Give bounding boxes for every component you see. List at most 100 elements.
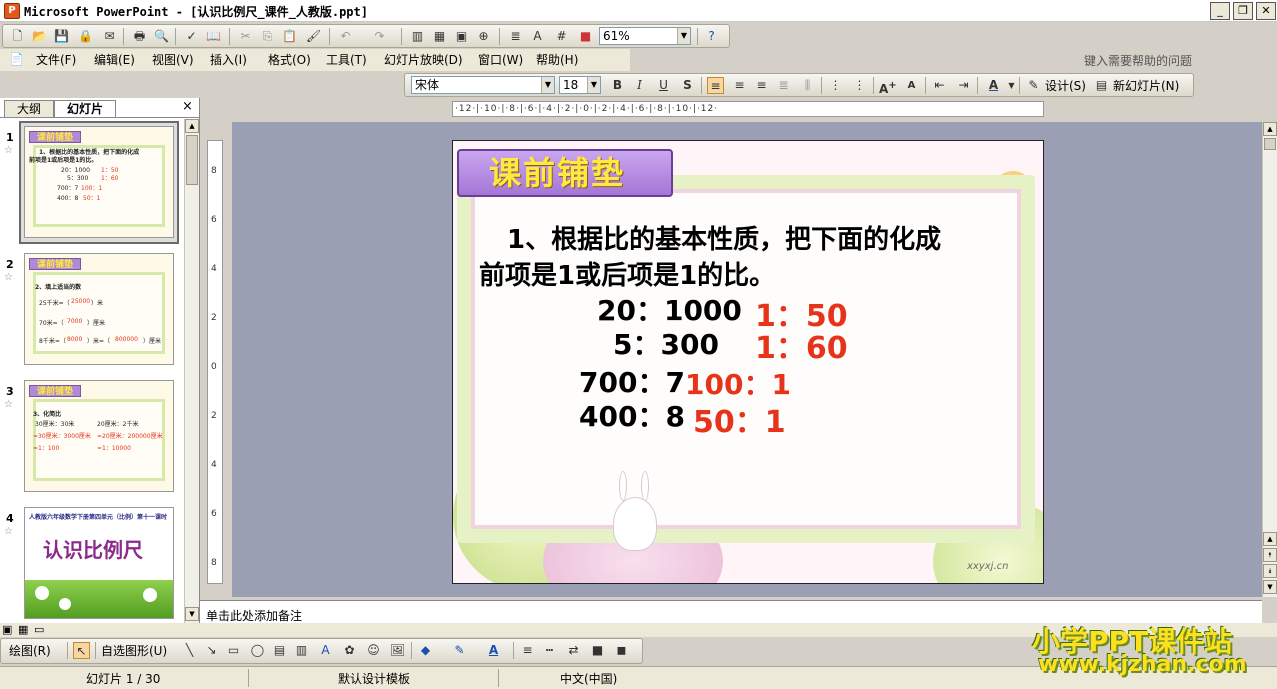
- previous-slide-icon[interactable]: ⯭: [1263, 548, 1277, 562]
- permission-icon[interactable]: 🔒: [77, 28, 94, 45]
- increase-font-icon[interactable]: A+: [879, 77, 897, 96]
- paste-icon[interactable]: 📋: [281, 28, 298, 45]
- ratio-q4[interactable]: 400：8: [579, 395, 685, 435]
- print-icon[interactable]: 🖶: [131, 28, 148, 45]
- diagram-icon[interactable]: ✿: [341, 642, 358, 659]
- insert-table-icon[interactable]: ▦: [431, 28, 448, 45]
- tab-slides[interactable]: 幻灯片: [54, 100, 116, 117]
- new-slide-icon[interactable]: ▤: [1093, 77, 1110, 94]
- copy-icon[interactable]: ⎘: [259, 28, 276, 45]
- fill-color-icon[interactable]: ◆: [417, 642, 434, 659]
- menu-format[interactable]: 格式(O): [264, 51, 315, 69]
- slide-sorter-icon[interactable]: ▦: [18, 623, 28, 636]
- ratio-a2[interactable]: 1：60: [755, 323, 848, 367]
- slide-title-banner[interactable]: 课前铺垫: [457, 149, 673, 197]
- scroll-thumb[interactable]: [1264, 138, 1276, 150]
- powerpoint-icon[interactable]: P: [4, 3, 20, 19]
- align-center-icon[interactable]: ≡: [731, 77, 748, 94]
- 3d-style-icon[interactable]: ◼: [613, 642, 630, 659]
- slide-question-line1[interactable]: 1、根据比的基本性质，把下面的化成: [507, 219, 941, 256]
- slide-canvas[interactable]: 课前铺垫 1、根据比的基本性质，把下面的化成 前项是1或后项是1的比。 20：1…: [452, 140, 1044, 584]
- underline-button[interactable]: U: [655, 77, 672, 94]
- font-select[interactable]: 宋体 ▼: [411, 76, 555, 94]
- arrow-style-icon[interactable]: ⇄: [565, 642, 582, 659]
- align-left-icon[interactable]: ≡: [707, 77, 724, 94]
- document-icon[interactable]: 📄: [8, 51, 25, 68]
- clipart-icon[interactable]: ☺: [365, 642, 382, 659]
- slide-thumb-1[interactable]: 课前铺垫 1、根据比的基本性质，把下面的化成 前项是1或后项是1的比。 20：1…: [24, 126, 174, 238]
- insert-chart-icon[interactable]: ▥: [409, 28, 426, 45]
- new-document-icon[interactable]: 🗋: [9, 28, 26, 45]
- slide-thumb-4[interactable]: 人教版六年级数学下册第四单元（比例）第十一课时 认识比例尺: [24, 507, 174, 619]
- dash-style-icon[interactable]: ┅: [541, 642, 558, 659]
- distribute-icon[interactable]: ⫼: [799, 77, 816, 94]
- email-icon[interactable]: ✉: [101, 28, 118, 45]
- design-button[interactable]: 设计(S): [1041, 77, 1090, 95]
- wordart-icon[interactable]: A: [317, 642, 334, 659]
- text-color-icon[interactable]: A: [485, 642, 502, 659]
- format-painter-icon[interactable]: 🖌: [305, 28, 322, 45]
- insert-hyperlink-icon[interactable]: ⊕: [475, 28, 492, 45]
- menu-insert[interactable]: 插入(I): [206, 51, 251, 69]
- slide-thumb-3[interactable]: 课前铺垫 3、化简比 30厘米：30米 20厘米：2千米 =30厘米：3000厘…: [24, 380, 174, 492]
- menu-edit[interactable]: 编辑(E): [90, 51, 139, 69]
- draw-menu-button[interactable]: 绘图(R): [5, 642, 55, 660]
- next-slide-icon[interactable]: ⯯: [1263, 564, 1277, 578]
- scroll-down-icon[interactable]: ▼: [185, 607, 199, 621]
- menu-help[interactable]: 帮助(H): [532, 51, 582, 69]
- spelling-icon[interactable]: ✓: [183, 28, 200, 45]
- expand-all-icon[interactable]: ≣: [507, 28, 524, 45]
- normal-view-icon[interactable]: ▣: [2, 623, 12, 636]
- chevron-down-icon[interactable]: ▼: [1003, 77, 1020, 94]
- slide-thumb-2[interactable]: 课前铺垫 2、填上适当的数 25千米=（ 25000 ）米 70米=（ 7000…: [24, 253, 174, 365]
- select-arrow-icon[interactable]: ↖: [73, 642, 90, 659]
- decrease-font-icon[interactable]: A: [903, 77, 920, 94]
- minimize-button[interactable]: _: [1210, 2, 1230, 20]
- line-style-icon[interactable]: ≡: [519, 642, 536, 659]
- oval-icon[interactable]: ◯: [249, 642, 266, 659]
- undo-icon[interactable]: ↶: [337, 28, 354, 45]
- font-color-icon[interactable]: A: [985, 77, 1002, 94]
- shadow-button[interactable]: S: [679, 77, 696, 94]
- scroll-down-icon[interactable]: ▼: [1263, 580, 1277, 594]
- textbox-icon[interactable]: ▤: [271, 642, 288, 659]
- thumb-scrollbar[interactable]: ▲ ▼: [184, 119, 199, 623]
- increase-indent-icon[interactable]: ⇥: [955, 77, 972, 94]
- ratio-q2[interactable]: 5：300: [613, 323, 719, 363]
- restore-button[interactable]: ❐: [1233, 2, 1253, 20]
- numbering-icon[interactable]: ⋮: [827, 77, 844, 94]
- font-size-select[interactable]: 18 ▼: [559, 76, 601, 94]
- scroll-up-icon[interactable]: ▲: [1263, 122, 1277, 136]
- menu-view[interactable]: 视图(V): [148, 51, 198, 69]
- menu-tools[interactable]: 工具(T): [322, 51, 371, 69]
- bold-button[interactable]: B: [609, 77, 626, 94]
- open-icon[interactable]: 📂: [31, 28, 48, 45]
- slideshow-icon[interactable]: ▭: [34, 623, 44, 636]
- design-icon[interactable]: ✎: [1025, 77, 1042, 94]
- arrow-icon[interactable]: ↘: [203, 642, 220, 659]
- picture-icon[interactable]: 🖼: [389, 642, 406, 659]
- scroll-up-icon[interactable]: ▲: [1263, 532, 1277, 546]
- new-slide-button[interactable]: 新幻灯片(N): [1109, 77, 1183, 95]
- italic-button[interactable]: I: [631, 77, 648, 94]
- autoshapes-button[interactable]: 自选图形(U): [97, 642, 171, 660]
- shadow-style-icon[interactable]: ■: [589, 642, 606, 659]
- tables-borders-icon[interactable]: ▣: [453, 28, 470, 45]
- print-preview-icon[interactable]: 🔍: [153, 28, 170, 45]
- scroll-thumb[interactable]: [186, 135, 198, 185]
- bullets-icon[interactable]: ⋮: [851, 77, 868, 94]
- menu-file[interactable]: 文件(F): [32, 51, 80, 69]
- zoom-select[interactable]: 61% ▼: [599, 27, 691, 45]
- help-search-input[interactable]: 键入需要帮助的问题: [1084, 52, 1192, 69]
- justify-icon[interactable]: ≣: [775, 77, 792, 94]
- show-grid-icon[interactable]: #: [553, 28, 570, 45]
- line-color-icon[interactable]: ✎: [451, 642, 468, 659]
- rectangle-icon[interactable]: ▭: [225, 642, 242, 659]
- research-icon[interactable]: 📖: [205, 28, 222, 45]
- align-right-icon[interactable]: ≡: [753, 77, 770, 94]
- show-formatting-icon[interactable]: A: [529, 28, 546, 45]
- decrease-indent-icon[interactable]: ⇤: [931, 77, 948, 94]
- menu-slideshow[interactable]: 幻灯片放映(D): [380, 51, 467, 69]
- help-icon[interactable]: ?: [703, 28, 720, 45]
- slide-question-line2[interactable]: 前项是1或后项是1的比。: [479, 255, 775, 292]
